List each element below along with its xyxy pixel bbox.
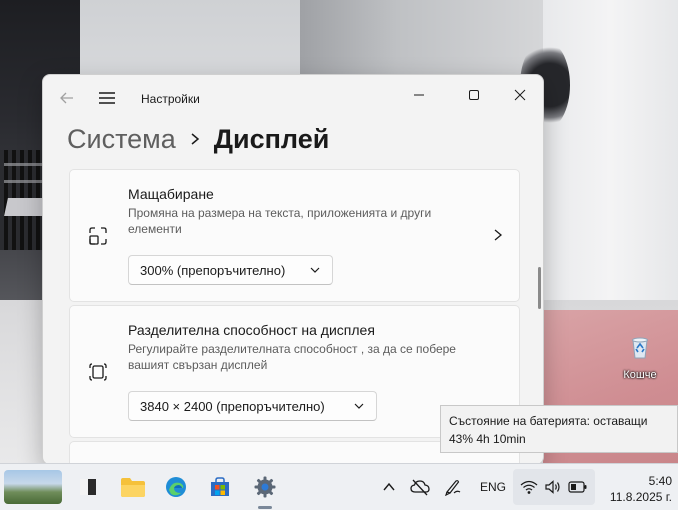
pen-tray-button[interactable] — [442, 477, 462, 497]
scale-title: Мащабиране — [128, 186, 214, 202]
system-clock[interactable]: 5:40 11.8.2025 г. — [600, 473, 672, 505]
scale-icon — [89, 227, 107, 245]
wallpaper-wall-right — [543, 0, 678, 300]
chevron-right-icon — [191, 133, 199, 145]
minimize-icon — [414, 94, 424, 96]
onedrive-tray-button[interactable] — [410, 477, 430, 497]
resolution-dropdown-value: 3840 × 2400 (препоръчително) — [140, 398, 325, 414]
maximize-button[interactable] — [454, 81, 494, 109]
scale-dropdown-value: 300% (препоръчително) — [140, 262, 286, 278]
breadcrumb: Система Дисплей — [67, 121, 329, 157]
chevron-right-icon[interactable] — [493, 228, 503, 242]
close-icon — [514, 89, 526, 101]
volume-icon — [545, 480, 560, 494]
edge-icon — [166, 477, 186, 497]
wifi-icon — [520, 480, 538, 494]
back-arrow-icon[interactable] — [57, 88, 77, 108]
microsoft-store-button[interactable] — [205, 472, 235, 502]
folder-icon — [121, 478, 145, 497]
start-button[interactable] — [73, 472, 103, 502]
hamburger-menu-icon[interactable] — [97, 88, 117, 108]
maximize-icon — [469, 90, 479, 100]
store-icon — [211, 477, 229, 496]
resolution-icon — [89, 363, 107, 381]
breadcrumb-parent[interactable]: Система — [67, 124, 176, 155]
page-title: Дисплей — [213, 123, 330, 154]
resolution-description: Регулирайте разделителната способност , … — [128, 342, 456, 372]
desktop-recycle-bin[interactable]: Кошче — [617, 334, 663, 381]
gear-icon — [254, 476, 276, 498]
chevron-up-icon — [383, 482, 395, 491]
input-language-indicator[interactable]: ENG — [480, 480, 506, 494]
battery-icon — [568, 481, 587, 493]
quick-settings-button[interactable] — [513, 469, 595, 505]
resolution-dropdown[interactable]: 3840 × 2400 (препоръчително) — [128, 391, 377, 421]
scrollbar-thumb[interactable] — [538, 267, 541, 309]
clock-time: 5:40 — [648, 474, 672, 488]
taskbar: ENG 5:40 11.8.2025 г. — [0, 463, 678, 510]
scale-setting-card[interactable]: Мащабиране Промяна на размера на текста,… — [69, 169, 520, 302]
cloud-offline-icon — [410, 479, 430, 496]
recycle-bin-label: Кошче — [623, 369, 657, 381]
chevron-down-icon — [354, 403, 364, 409]
scale-description: Промяна на размера на текста, приложения… — [128, 206, 432, 236]
clock-date: 11.8.2025 г. — [609, 490, 672, 504]
file-explorer-button[interactable] — [118, 472, 148, 502]
start-icon — [80, 479, 96, 495]
battery-tooltip: Състояние на батерията: оставащи 43% 4h … — [440, 405, 678, 453]
settings-taskbar-button[interactable] — [250, 472, 280, 502]
pen-icon — [445, 480, 461, 496]
app-title: Настройки — [141, 92, 200, 106]
wallpaper-wall — [300, 0, 543, 80]
show-hidden-icons-button[interactable] — [379, 477, 399, 497]
resolution-title: Разделителна способност на дисплея — [128, 322, 375, 338]
recycle-bin-icon — [632, 337, 648, 359]
scale-dropdown[interactable]: 300% (препоръчително) — [128, 255, 333, 285]
close-button[interactable] — [500, 81, 540, 109]
edge-browser-button[interactable] — [161, 472, 191, 502]
chevron-down-icon — [310, 267, 320, 273]
title-bar: Настройки — [43, 75, 543, 121]
weather-widget[interactable] — [4, 470, 62, 504]
minimize-button[interactable] — [399, 81, 439, 109]
